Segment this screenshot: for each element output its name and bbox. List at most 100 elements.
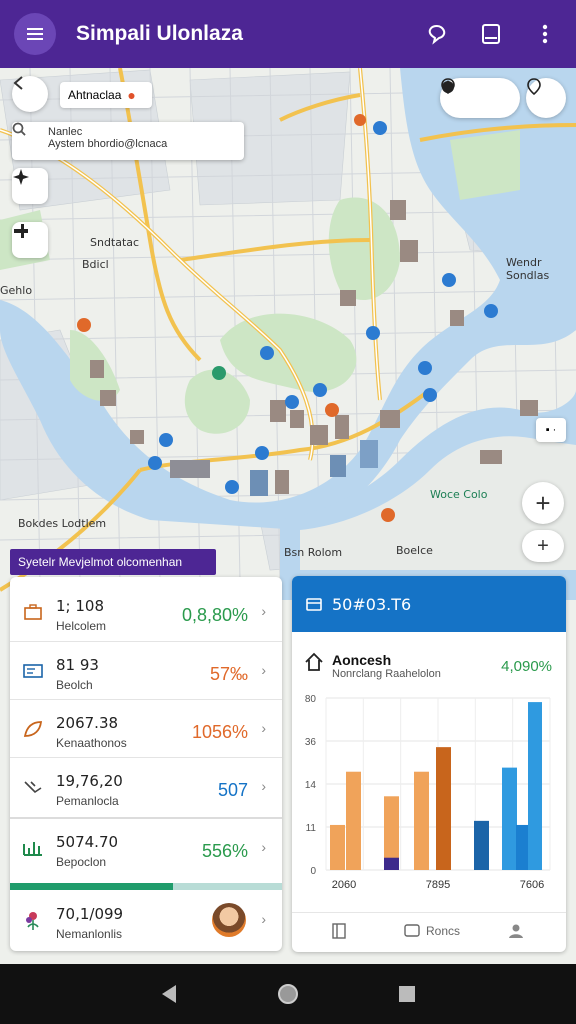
y-tick-label: 11 [306, 823, 317, 834]
map-info-pill[interactable]: ▪ · [536, 418, 566, 442]
chevron-right-icon: › [261, 839, 266, 855]
stat-value: 2067.38 [56, 714, 119, 732]
handshake-icon [22, 776, 44, 798]
id-card-icon [22, 660, 44, 682]
menu-icon [27, 28, 43, 40]
location-pin-icon: ● [127, 87, 136, 103]
stat-row[interactable]: 1; 108 Helcolem 0,8,80% › [10, 583, 282, 641]
progress-bar [10, 883, 282, 890]
stat-row[interactable]: 5074.70 Bepoclon 556% › [10, 817, 282, 875]
stat-label: Helcolem [56, 619, 107, 633]
search-box[interactable]: Nanlec Aystem bhordio@lcnaca [12, 122, 244, 160]
stat-percent: 0,8,80% [181, 605, 248, 625]
stat-percent: 507 [217, 780, 248, 800]
chart-bar [330, 824, 345, 870]
chart-footer: Roncs [292, 912, 566, 952]
stat-row[interactable]: 2067.38 Kenaathonos 1056% › [10, 699, 282, 757]
avatar[interactable] [212, 903, 246, 937]
chart-title: Aoncesh [332, 652, 392, 668]
stat-value: 70,1/099 [56, 905, 124, 923]
map-label-boelce: Boelce [396, 544, 433, 557]
menu-button[interactable] [14, 13, 56, 55]
chat-icon[interactable] [420, 17, 454, 51]
chart-header-label: 50#03.T6 [332, 594, 412, 614]
stat-value: 81 93 [56, 656, 99, 674]
compass-button[interactable] [12, 168, 48, 204]
y-tick-label: 80 [305, 694, 317, 705]
person-icon [509, 924, 523, 938]
chart-bar [436, 747, 451, 870]
stat-row[interactable]: 70,1/099 Nemanlonlis › [10, 891, 282, 949]
stat-percent: 1056% [191, 722, 248, 742]
search-line-1: Nanlec [48, 126, 83, 138]
chart-percent: 4,090% [501, 658, 552, 675]
tablet-icon[interactable] [474, 17, 508, 51]
y-tick-label: 0 [310, 866, 316, 877]
chart-bar [346, 771, 361, 870]
stat-label: Beolch [56, 678, 93, 692]
search-submit-icon[interactable] [12, 122, 26, 136]
map-marker-icon [527, 78, 541, 96]
stat-row[interactable]: 19,76,20 Pemanlocla 507 › [10, 757, 282, 815]
message-icon [404, 924, 420, 937]
map-label-woce: Woce Colo [430, 488, 488, 501]
stat-value: 19,76,20 [56, 772, 123, 790]
chevron-right-icon: › [261, 720, 266, 736]
chart-bar [414, 771, 429, 870]
progress-fill [10, 883, 174, 890]
zoom-out-label: + [537, 534, 549, 557]
book-icon [332, 923, 346, 939]
app-bar: Simpali Ulonlaza [0, 0, 576, 68]
chart-bar [384, 857, 399, 870]
x-tick-label: 2060 [332, 879, 356, 891]
footer-roncs-label: Roncs [426, 924, 461, 938]
location-button[interactable] [526, 78, 566, 118]
chart-bar [528, 702, 542, 870]
map-label-wendr: Wendr Sondlas [506, 256, 550, 282]
flower-icon [22, 909, 44, 931]
x-tick-label: 7606 [520, 879, 544, 891]
chevron-right-icon: › [261, 778, 266, 794]
briefcase-icon [22, 601, 44, 623]
stats-banner: Syetelr Mevjelmot olcomenhan [10, 549, 216, 575]
stat-label: Bepoclon [56, 855, 107, 869]
chart-subtitle: Nonrclang Raahelolon [332, 668, 441, 680]
app-title: Simpali Ulonlaza [76, 22, 243, 45]
bar-chart-icon [22, 837, 44, 859]
map-label-bdicl: Bdicl [82, 258, 109, 271]
chevron-right-icon: › [261, 662, 266, 678]
map-tools [440, 78, 520, 118]
footer-book[interactable] [332, 923, 346, 939]
folder-icon [306, 598, 322, 611]
layers-icon [14, 224, 28, 238]
footer-roncs[interactable]: Roncs [404, 923, 460, 939]
compass-icon [13, 169, 29, 185]
home-icon [305, 652, 323, 671]
layers-button[interactable] [12, 222, 48, 258]
zoom-out-button[interactable]: + [522, 530, 564, 562]
back-nav-icon[interactable] [160, 984, 178, 1004]
stat-value: 5074.70 [56, 833, 119, 851]
stat-value: 1; 108 [56, 597, 104, 615]
location-chip-label: Ahtnaclaa [68, 88, 122, 102]
footer-profile[interactable] [508, 923, 524, 939]
zoom-in-button[interactable]: + [522, 482, 564, 524]
stat-row[interactable]: 81 93 Beolch 57‰ › [10, 641, 282, 699]
chevron-left-icon [13, 76, 23, 90]
search-line-2: Aystem bhordio@lcnaca [48, 138, 168, 150]
zoom-in-label: + [535, 487, 551, 518]
chart-header: 50#03.T6 [292, 576, 566, 632]
location-chip[interactable]: Ahtnaclaa ● [60, 82, 152, 108]
bar-chart: 80 36 14 11 0 2060 7895 7606 [305, 694, 551, 891]
more-vert-icon[interactable] [528, 17, 562, 51]
stat-label: Pemanlocla [56, 794, 119, 808]
back-button[interactable] [12, 76, 48, 112]
recents-nav-icon[interactable] [398, 985, 416, 1003]
chevron-right-icon: › [261, 603, 266, 619]
leaf-icon [22, 718, 44, 740]
pin-outline-icon[interactable] [440, 78, 456, 94]
map-label-bsn: Bsn Rolom [284, 546, 343, 559]
map-label-gehlo: Gehlo [0, 284, 33, 297]
map-label-sndtatac: Sndtatac [90, 236, 140, 249]
home-nav-icon[interactable] [277, 983, 299, 1005]
